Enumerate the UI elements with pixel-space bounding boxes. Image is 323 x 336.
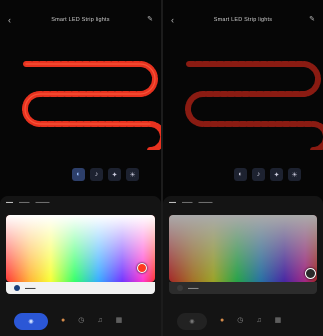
led-strip-preview xyxy=(185,61,323,150)
app-title: Smart LED Strip lights xyxy=(213,17,273,23)
scene-icon[interactable]: ● xyxy=(61,316,65,326)
header: ‹ Smart LED Strip lights ✎ xyxy=(163,12,323,28)
edit-icon[interactable]: ✎ xyxy=(309,14,315,26)
edit-icon[interactable]: ✎ xyxy=(147,14,153,26)
led-strip-path xyxy=(22,61,161,150)
tab-scenes[interactable]: ▬▬▬▬ xyxy=(199,200,213,204)
color-picker-knob[interactable] xyxy=(137,263,147,273)
color-sheet: ▬▬ ▬▬▬ ▬▬▬▬ ▬▬▬ ◉ ● ◷ ♫ ▦ xyxy=(0,196,161,336)
sun-icon[interactable]: ☀ xyxy=(126,168,139,181)
tab-color[interactable]: ▬▬ xyxy=(169,200,176,204)
bottom-nav: ◉ ● ◷ ♫ ▦ xyxy=(163,306,323,336)
led-strip-preview xyxy=(22,61,161,150)
color-palette-icon[interactable]: ◐ xyxy=(234,168,247,181)
sparkle-icon[interactable]: ✦ xyxy=(108,168,121,181)
screen-left: ‹ Smart LED Strip lights ✎ ◐ ♪ ✦ ☀ ▬▬ ▬▬… xyxy=(0,0,161,336)
screen-right: ‹ Smart LED Strip lights ✎ ◐ ♪ ✦ ☀ ▬▬ ▬▬… xyxy=(163,0,323,336)
timer-icon[interactable]: ◷ xyxy=(237,316,243,326)
color-swatch xyxy=(177,285,183,291)
effect-toolbar: ◐ ♪ ✦ ☀ xyxy=(234,168,301,181)
color-sheet: ▬▬ ▬▬▬ ▬▬▬▬ ▬▬▬ ◉ ● ◷ ♫ ▦ xyxy=(163,196,323,336)
color-wheel-icon[interactable]: ◉ xyxy=(177,312,207,330)
sparkle-icon[interactable]: ✦ xyxy=(270,168,283,181)
color-swatch xyxy=(14,285,20,291)
sheet-tabs: ▬▬ ▬▬▬ ▬▬▬▬ xyxy=(6,200,50,204)
timer-icon[interactable]: ◷ xyxy=(78,316,84,326)
bottom-nav: ◉ ● ◷ ♫ ▦ xyxy=(0,306,161,336)
color-value-bar[interactable]: ▬▬▬ xyxy=(6,282,155,294)
sheet-tabs: ▬▬ ▬▬▬ ▬▬▬▬ xyxy=(169,200,213,204)
music-note-icon[interactable]: ♫ xyxy=(97,316,102,326)
grid-icon[interactable]: ▦ xyxy=(116,316,123,326)
tab-color[interactable]: ▬▬ xyxy=(6,200,13,204)
color-picker[interactable] xyxy=(169,215,317,282)
led-strip-path xyxy=(185,61,323,150)
hex-value: ▬▬▬ xyxy=(25,286,36,290)
music-icon[interactable]: ♪ xyxy=(90,168,103,181)
music-note-icon[interactable]: ♫ xyxy=(256,316,261,326)
tab-white[interactable]: ▬▬▬ xyxy=(182,200,193,204)
app-title: Smart LED Strip lights xyxy=(51,17,110,23)
effect-toolbar: ◐ ♪ ✦ ☀ xyxy=(72,168,139,181)
tab-white[interactable]: ▬▬▬ xyxy=(19,200,30,204)
back-arrow-icon[interactable]: ‹ xyxy=(171,14,179,26)
music-icon[interactable]: ♪ xyxy=(252,168,265,181)
sun-icon[interactable]: ☀ xyxy=(288,168,301,181)
header: ‹ Smart LED Strip lights ✎ xyxy=(0,12,161,28)
color-palette-icon[interactable]: ◐ xyxy=(72,168,85,181)
color-wheel-icon[interactable]: ◉ xyxy=(14,312,48,330)
hex-value: ▬▬▬ xyxy=(188,286,199,290)
color-picker-knob[interactable] xyxy=(305,268,316,279)
scene-icon[interactable]: ● xyxy=(220,316,224,326)
color-picker[interactable] xyxy=(6,215,155,282)
color-value-bar[interactable]: ▬▬▬ xyxy=(169,282,317,294)
tab-scenes[interactable]: ▬▬▬▬ xyxy=(36,200,50,204)
grid-icon[interactable]: ▦ xyxy=(275,316,282,326)
back-arrow-icon[interactable]: ‹ xyxy=(8,14,16,26)
